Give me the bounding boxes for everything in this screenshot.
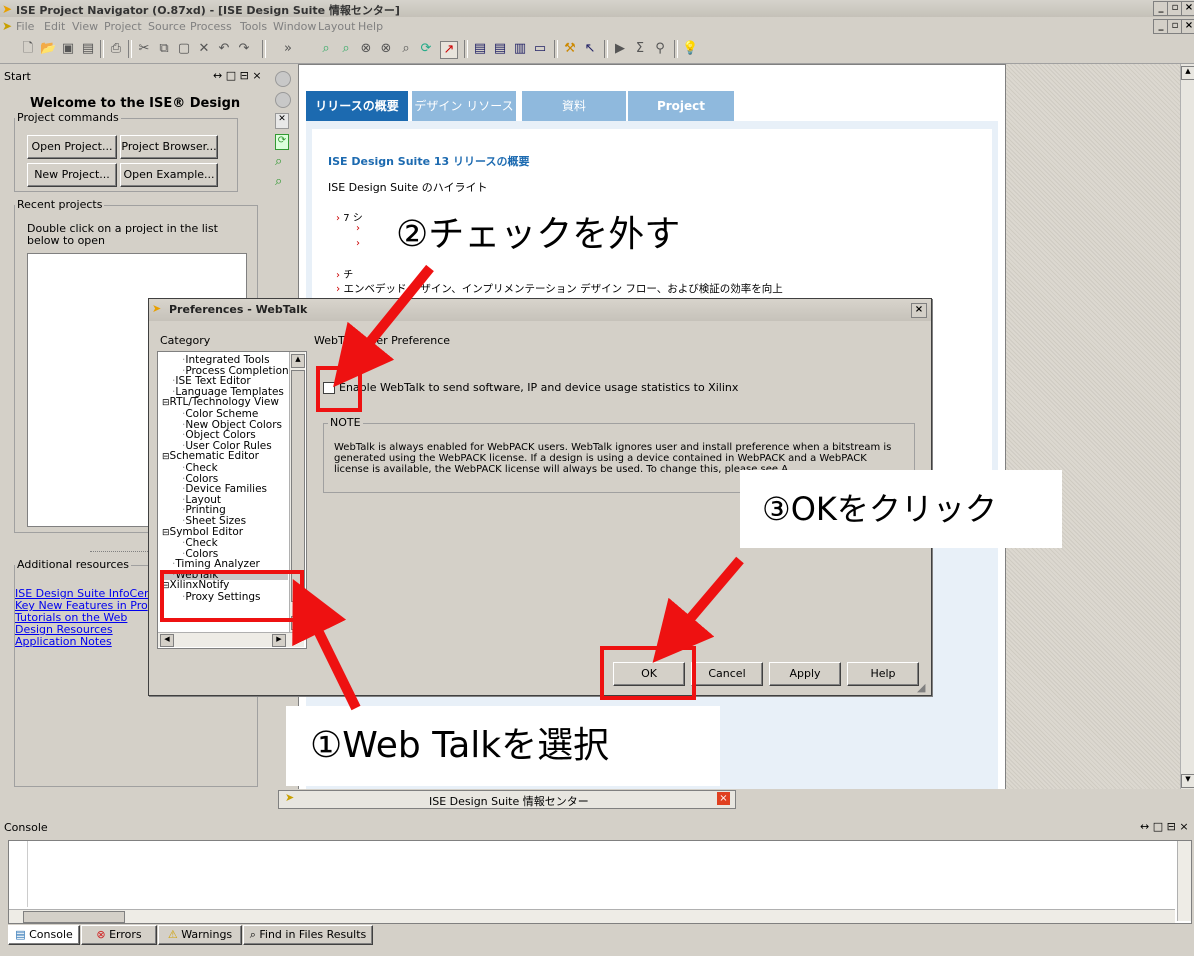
arrow-step3 [652,556,744,663]
arrow-step1 [292,579,361,711]
arrow-step2 [333,264,434,388]
annotation-arrows [292,264,744,711]
